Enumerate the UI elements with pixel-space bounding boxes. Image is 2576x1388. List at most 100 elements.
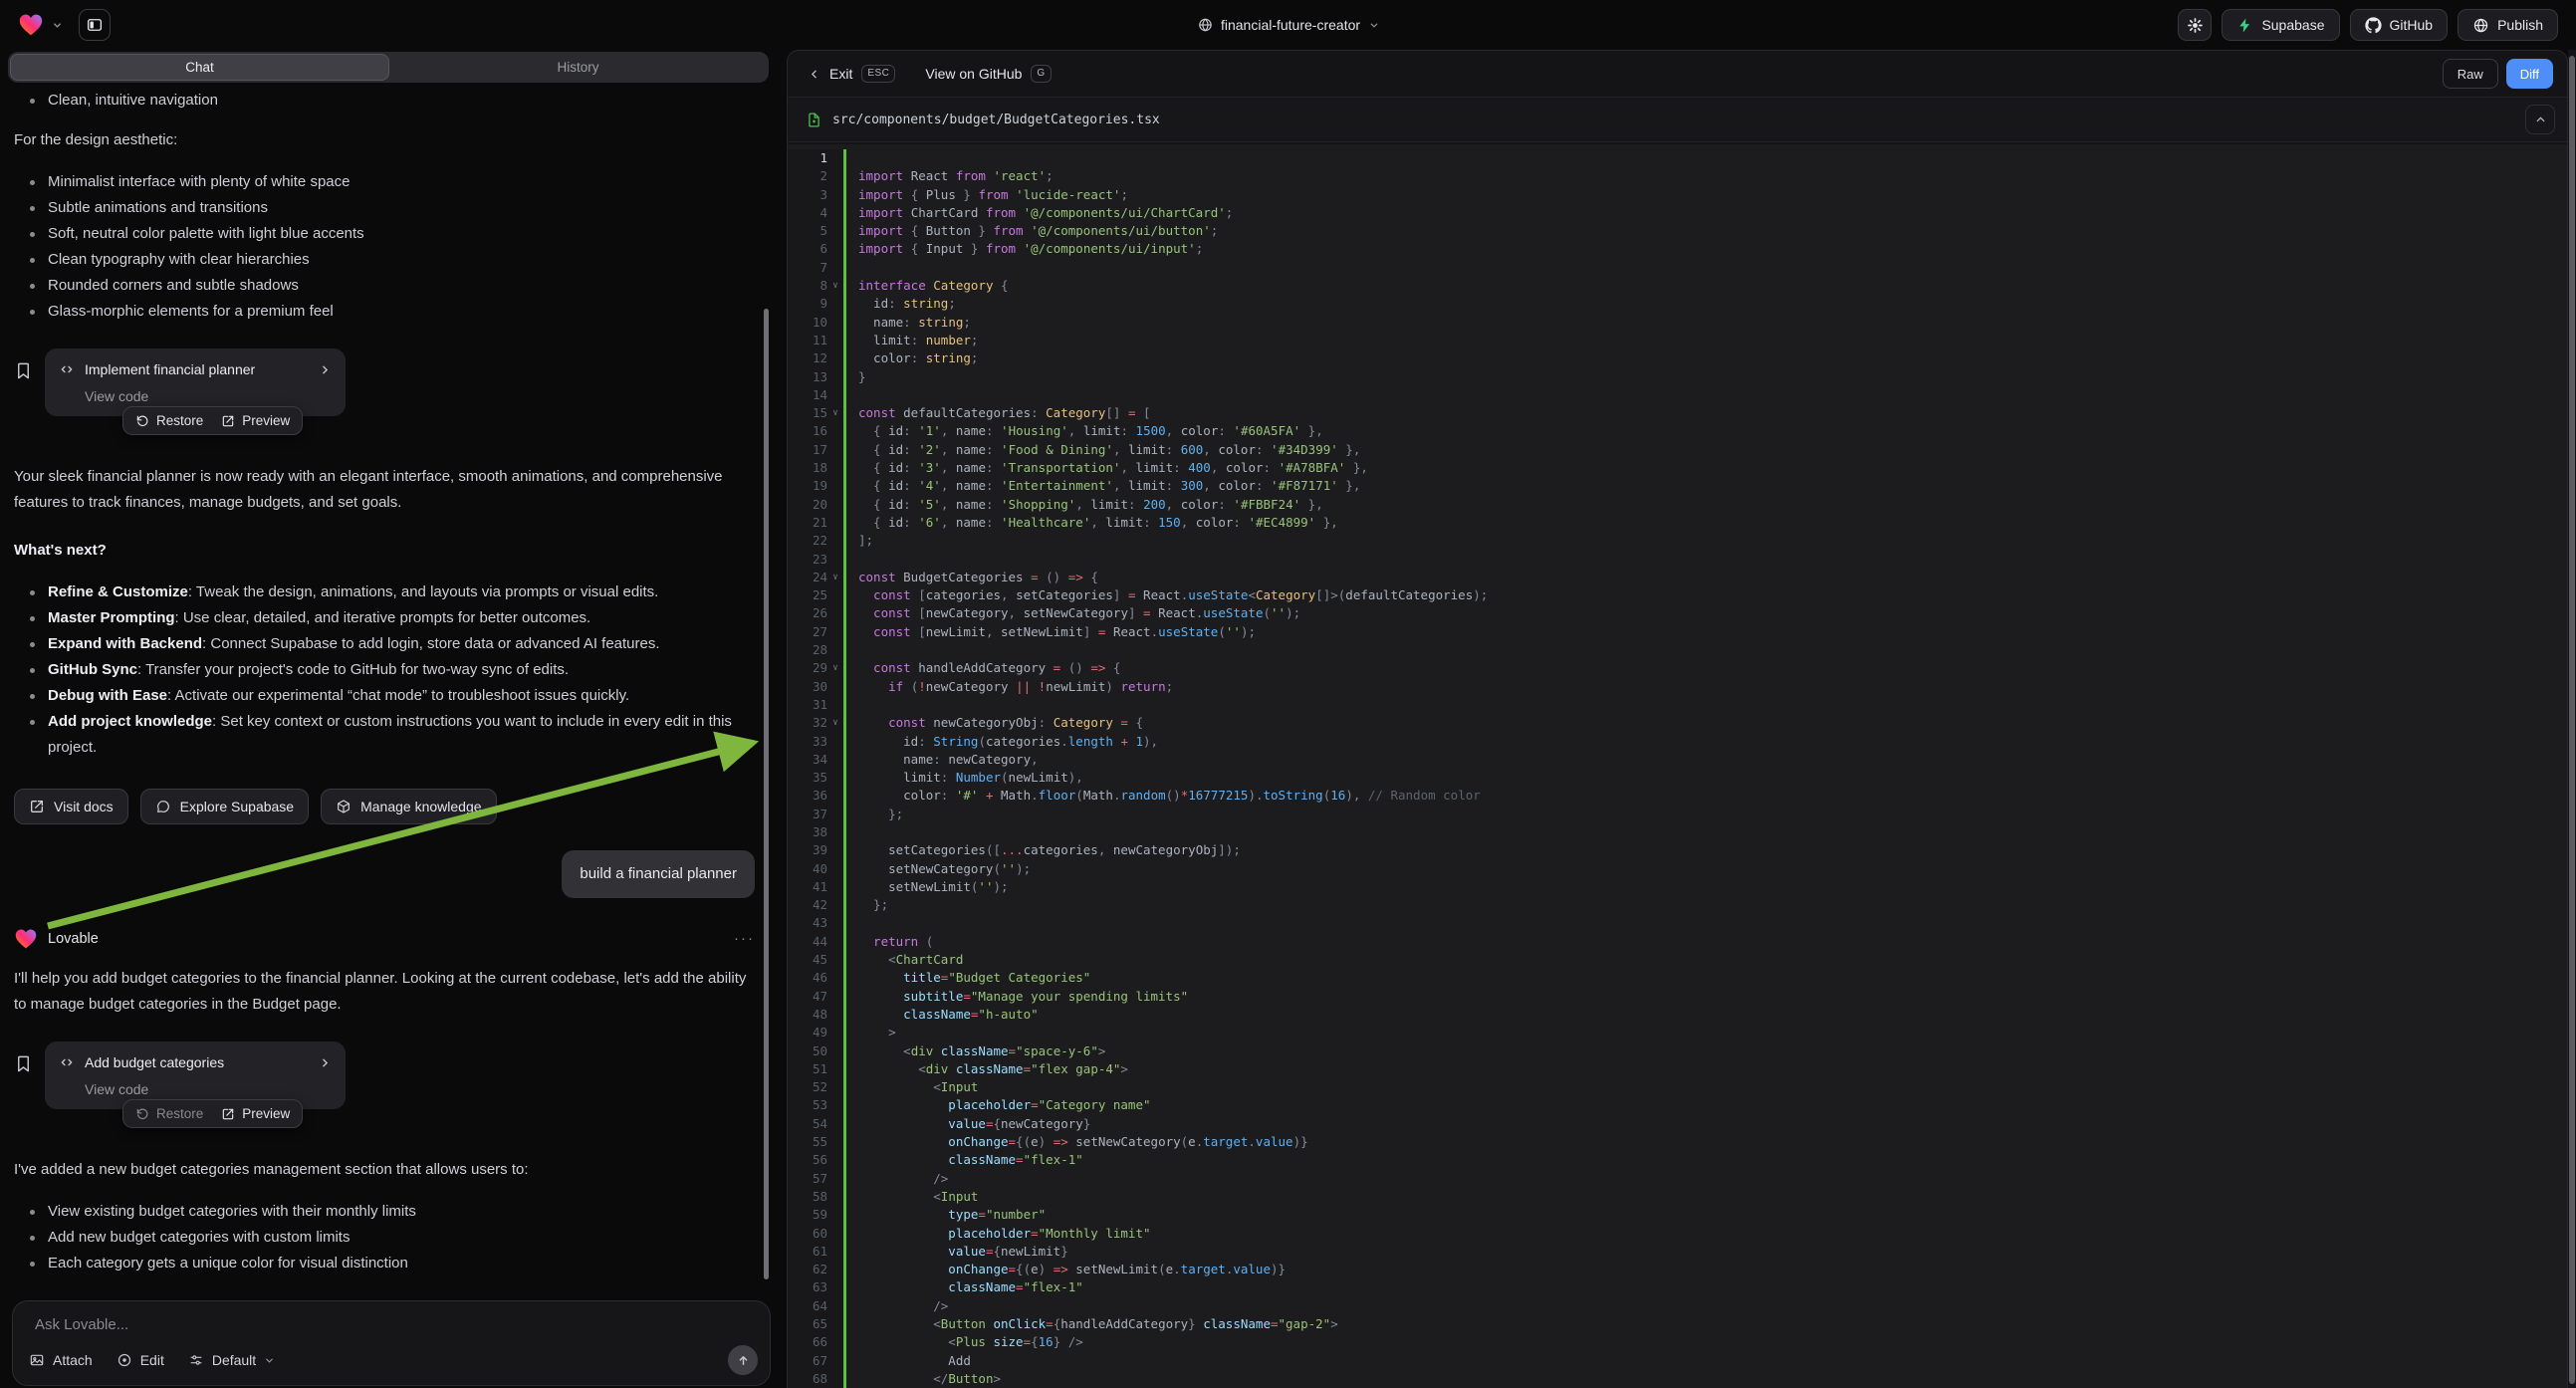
bookmark-icon[interactable] <box>14 361 33 380</box>
fold-marker <box>827 1115 843 1133</box>
sidebar-toggle-button[interactable] <box>79 9 111 41</box>
supabase-button[interactable]: Supabase <box>2222 9 2339 41</box>
view-code-link[interactable]: View code <box>85 388 332 404</box>
fold-marker <box>827 1170 843 1188</box>
fold-marker <box>827 295 843 313</box>
bookmark-icon[interactable] <box>14 1054 33 1073</box>
restore-button[interactable]: Restore <box>135 1106 203 1121</box>
code-line: 25 const [categories, setCategories] = R… <box>788 586 2567 604</box>
publish-button[interactable]: Publish <box>2458 9 2558 41</box>
fold-marker <box>827 751 843 769</box>
code-line: 18 { id: '3', name: 'Transportation', li… <box>788 459 2567 477</box>
fold-marker[interactable]: ∨ <box>827 569 843 586</box>
code-line: 44 return ( <box>788 933 2567 951</box>
list-item: Clean, intuitive navigation <box>14 88 755 114</box>
fold-marker[interactable]: ∨ <box>827 659 843 677</box>
model-chevron-down-icon <box>264 1355 275 1366</box>
version-card[interactable]: Add budget categoriesView codeRestorePre… <box>45 1041 346 1109</box>
line-number: 42 <box>788 896 827 914</box>
tab-history[interactable]: History <box>389 54 767 81</box>
fold-marker <box>827 496 843 514</box>
code-line: 49 > <box>788 1024 2567 1041</box>
project-menu[interactable]: financial-future-creator <box>1197 0 1379 50</box>
fold-marker <box>827 604 843 622</box>
chat-message-stream[interactable]: Clean, intuitive navigation For the desig… <box>14 88 755 1294</box>
fold-marker <box>827 769 843 787</box>
lovable-logo-icon[interactable] <box>18 13 44 37</box>
version-card[interactable]: Implement financial plannerView codeRest… <box>45 348 346 416</box>
visit-docs-button[interactable]: Visit docs <box>14 789 128 824</box>
fold-marker <box>827 204 843 222</box>
code-line: 61 value={newLimit} <box>788 1243 2567 1261</box>
restore-icon <box>135 1107 149 1121</box>
line-number: 1 <box>788 149 827 167</box>
fold-marker <box>827 1042 843 1060</box>
exit-button[interactable]: Exit esc <box>808 65 895 83</box>
chevron-right-icon <box>319 363 332 376</box>
window-scrollbar-thumb[interactable] <box>2569 56 2575 1384</box>
bullet-dot-icon <box>30 616 35 621</box>
code-line: 9 id: string; <box>788 295 2567 313</box>
bullet-dot-icon <box>30 694 35 699</box>
line-number: 43 <box>788 914 827 932</box>
bullet-dot-icon <box>30 1236 35 1241</box>
bullet-dot-icon <box>30 1262 35 1267</box>
model-selector[interactable]: Default <box>188 1352 275 1368</box>
fold-marker <box>827 678 843 696</box>
line-number: 48 <box>788 1006 827 1024</box>
tab-chat[interactable]: Chat <box>10 54 389 81</box>
preview-button[interactable]: Preview <box>221 1106 290 1121</box>
code-line: 22]; <box>788 532 2567 550</box>
line-number: 27 <box>788 623 827 641</box>
chat-scrollbar[interactable] <box>764 309 769 1279</box>
message-menu-button[interactable]: ··· <box>734 926 755 952</box>
manage-knowledge-button[interactable]: Manage knowledge <box>321 789 496 824</box>
fold-marker[interactable]: ∨ <box>827 714 843 732</box>
view-code-link[interactable]: View code <box>85 1081 332 1097</box>
restore-label: Restore <box>156 1106 203 1121</box>
send-button[interactable] <box>728 1345 758 1375</box>
line-number: 66 <box>788 1333 827 1351</box>
line-number: 15 <box>788 404 827 422</box>
edit-mode-button[interactable]: Edit <box>117 1352 164 1368</box>
restore-button[interactable]: Restore <box>135 413 203 428</box>
fold-marker <box>827 787 843 805</box>
line-number: 63 <box>788 1278 827 1296</box>
bullet-dot-icon <box>30 232 35 237</box>
attach-button[interactable]: Attach <box>29 1352 93 1368</box>
line-number: 33 <box>788 733 827 751</box>
version-actions: Restore Preview <box>122 1099 303 1128</box>
diff-toggle-button[interactable]: Diff <box>2506 59 2553 89</box>
logo-chevron-down-icon[interactable] <box>52 20 63 31</box>
bullet-dot-icon <box>30 720 35 725</box>
fold-marker <box>827 1315 843 1333</box>
file-path[interactable]: src/components/budget/BudgetCategories.t… <box>832 113 2515 127</box>
code-icon <box>59 361 75 377</box>
version-card-title: Implement financial planner <box>85 360 309 378</box>
code-editor[interactable]: 12import React from 'react';3import { Pl… <box>788 144 2567 1388</box>
code-line: 36 color: '#' + Math.floor(Math.random()… <box>788 787 2567 805</box>
chat-paragraph: For the design aesthetic: <box>14 127 753 153</box>
code-line: 35 limit: Number(newLimit), <box>788 769 2567 787</box>
fold-marker <box>827 532 843 550</box>
code-line: 31 <box>788 696 2567 714</box>
bullet-list: Refine & Customize: Tweak the design, an… <box>14 579 755 761</box>
explore-supabase-button[interactable]: Explore Supabase <box>140 789 309 824</box>
code-line: 13} <box>788 368 2567 386</box>
code-line: 17 { id: '2', name: 'Food & Dining', lim… <box>788 441 2567 459</box>
github-icon <box>2365 17 2382 34</box>
fold-marker[interactable]: ∨ <box>827 277 843 295</box>
esc-kbd-badge: esc <box>861 65 895 83</box>
github-button[interactable]: GitHub <box>2350 9 2449 41</box>
preview-button[interactable]: Preview <box>221 413 290 428</box>
fold-marker <box>827 1278 843 1296</box>
line-number: 60 <box>788 1225 827 1243</box>
settings-button[interactable] <box>2178 9 2212 41</box>
fold-marker <box>827 149 843 167</box>
collapse-file-button[interactable] <box>2525 105 2555 134</box>
fold-marker[interactable]: ∨ <box>827 404 843 422</box>
chat-input[interactable] <box>33 1315 750 1334</box>
raw-toggle-button[interactable]: Raw <box>2443 59 2498 89</box>
view-on-github-button[interactable]: View on GitHub G <box>925 65 1051 83</box>
code-line: 55 onChange={(e) => setNewCategory(e.tar… <box>788 1133 2567 1151</box>
